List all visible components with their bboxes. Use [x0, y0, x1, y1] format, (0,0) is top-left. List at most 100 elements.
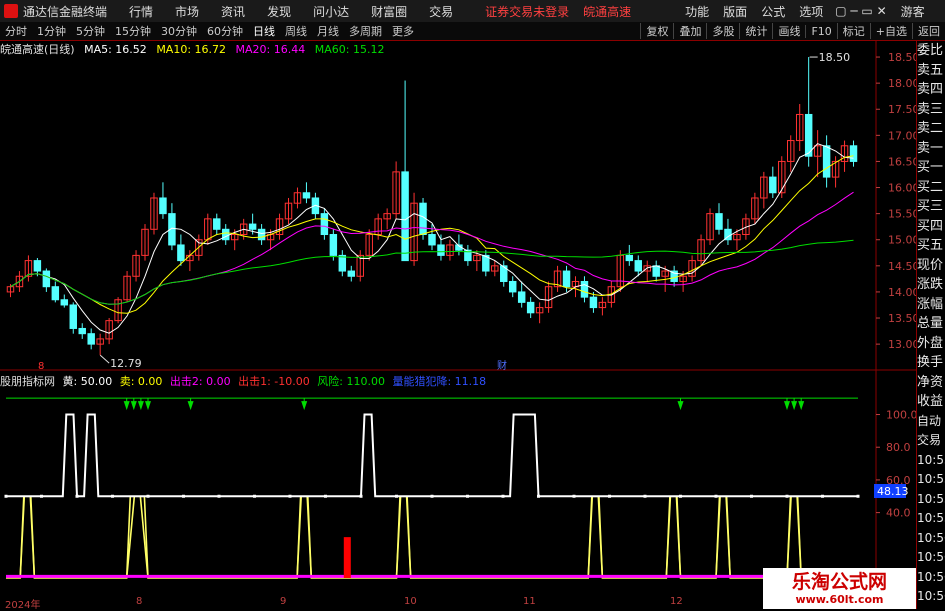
- tool-tongji[interactable]: 统计: [739, 23, 772, 39]
- side-panel-item[interactable]: 买三: [917, 197, 945, 217]
- side-panel-item[interactable]: 委比: [917, 41, 945, 61]
- side-panel-item[interactable]: 10:56: [917, 587, 945, 607]
- side-panel-item[interactable]: 买五: [917, 236, 945, 256]
- tab-monthly[interactable]: 月线: [312, 23, 344, 39]
- candle-body: [177, 244, 185, 262]
- side-panel-item[interactable]: 交易: [917, 431, 945, 451]
- side-panel-item[interactable]: 卖五: [917, 61, 945, 81]
- price-tick-label: 18.00: [888, 77, 916, 90]
- huang-dot: [821, 494, 824, 498]
- tab-60min[interactable]: 60分钟: [202, 23, 248, 39]
- ind-tick-label: 100.0: [886, 409, 916, 422]
- candle-body: [159, 197, 167, 215]
- window-controls-icon[interactable]: ▢ ─ ▭ ✕: [835, 4, 886, 18]
- side-panel-item[interactable]: 卖一: [917, 139, 945, 159]
- tool-diejia[interactable]: 叠加: [673, 23, 706, 39]
- menu-item-jiaoyi[interactable]: 交易: [429, 3, 453, 20]
- price-tick-label: 16.00: [888, 182, 916, 195]
- candle-body: [804, 113, 813, 157]
- side-panel-item[interactable]: 净资: [917, 373, 945, 393]
- price-tick-label: 14.00: [888, 286, 916, 299]
- side-panel-item[interactable]: 10:56: [917, 568, 945, 588]
- side-panel-item[interactable]: 10:55: [917, 490, 945, 510]
- side-panel-item[interactable]: 10:55: [917, 451, 945, 471]
- menu-item-faxian[interactable]: 发现: [267, 3, 291, 20]
- huang-line: [6, 413, 858, 498]
- user-label[interactable]: 游客: [901, 3, 925, 20]
- candle-body: [769, 176, 777, 194]
- menu-item-caifuquan[interactable]: 财富圈: [371, 3, 407, 20]
- side-panel-item[interactable]: 10:55: [917, 509, 945, 529]
- tool-fuquan[interactable]: 复权: [640, 23, 673, 39]
- event-marker-cai[interactable]: 财: [497, 359, 507, 372]
- side-panel-item[interactable]: 自动: [917, 412, 945, 432]
- huang-dot: [430, 494, 434, 498]
- signal-bar: [343, 537, 351, 578]
- tab-30min[interactable]: 30分钟: [156, 23, 202, 39]
- menu-item-hangqing[interactable]: 行情: [129, 3, 153, 20]
- side-panel-item[interactable]: 现价: [917, 256, 945, 276]
- tab-1min[interactable]: 1分钟: [32, 23, 71, 39]
- side-panel-item[interactable]: 涨幅: [917, 295, 945, 315]
- huang-dot: [643, 494, 647, 498]
- side-panel-item[interactable]: 外盘: [917, 334, 945, 354]
- side-panel-item[interactable]: 10:56: [917, 548, 945, 568]
- menu-xuanxiang[interactable]: 选项: [799, 3, 823, 20]
- menu-banmian[interactable]: 版面: [723, 3, 747, 20]
- side-panel-item[interactable]: 买四: [917, 217, 945, 237]
- side-panel-item[interactable]: 收益: [917, 392, 945, 412]
- candle-body: [715, 213, 723, 230]
- side-panel-item[interactable]: 卖二: [917, 119, 945, 139]
- candle-body: [329, 234, 338, 256]
- tab-15min[interactable]: 15分钟: [110, 23, 156, 39]
- low-price-label: 12.79: [110, 357, 142, 370]
- tool-huaxian[interactable]: 画线: [772, 23, 805, 39]
- tab-daily[interactable]: 日线: [248, 23, 280, 39]
- candle-body: [508, 280, 517, 293]
- tool-f10[interactable]: F10: [805, 24, 836, 38]
- huang-dot: [146, 494, 150, 498]
- side-panel-item[interactable]: 总量: [917, 314, 945, 334]
- tab-fenshi[interactable]: 分时: [0, 23, 32, 39]
- side-panel-item[interactable]: 卖四: [917, 80, 945, 100]
- tool-biaoji[interactable]: 标记: [836, 23, 870, 39]
- side-panel-item[interactable]: 涨跌: [917, 275, 945, 295]
- tab-5min[interactable]: 5分钟: [71, 23, 110, 39]
- stock-link[interactable]: 皖通高速: [583, 3, 631, 20]
- mai-spike: [395, 495, 412, 579]
- side-panel-item[interactable]: 买一: [917, 158, 945, 178]
- tab-more[interactable]: 更多: [387, 23, 419, 39]
- huang-dot: [40, 494, 43, 498]
- price-axis: 13.00 13.50 14.00 14.50 15.00 15.50 16.00 16.50…: [876, 51, 916, 351]
- side-panel-item[interactable]: 换手: [917, 353, 945, 373]
- huang-dot: [785, 494, 789, 498]
- side-panel-item[interactable]: 10:56: [917, 529, 945, 549]
- huang-dot: [4, 494, 8, 498]
- price-tick-label: 18.50: [888, 51, 916, 64]
- tool-duogu[interactable]: 多股: [706, 23, 739, 39]
- tab-multi[interactable]: 多周期: [344, 23, 387, 39]
- tool-fanhui[interactable]: 返回: [912, 23, 945, 39]
- login-warning[interactable]: 证券交易未登录: [485, 3, 569, 20]
- side-panel-item[interactable]: 卖三: [917, 100, 945, 120]
- side-panel-item[interactable]: 买二: [917, 178, 945, 198]
- time-label-10: 10: [404, 596, 417, 607]
- tool-zixuan[interactable]: +自选: [869, 23, 912, 39]
- candle-body: [320, 213, 329, 236]
- menu-gongneng[interactable]: 功能: [685, 3, 709, 20]
- huang-dot: [608, 494, 611, 498]
- tab-weekly[interactable]: 周线: [280, 23, 312, 39]
- side-panel-item[interactable]: 10:55: [917, 470, 945, 490]
- event-marker-8[interactable]: 8: [38, 361, 44, 372]
- huang-dot: [395, 494, 398, 498]
- huang-dot: [324, 494, 327, 498]
- menu-item-wenxiaoda[interactable]: 问小达: [313, 3, 349, 20]
- kline-chart[interactable]: 13.00 13.50 14.00 14.50 15.00 15.50 16.00 16.50…: [0, 40, 916, 596]
- menu-item-zixun[interactable]: 资讯: [221, 3, 245, 20]
- candle-body: [849, 145, 858, 162]
- candle-body: [87, 333, 95, 345]
- mai-spike: [786, 495, 802, 579]
- ind-tick-label: 80.0: [886, 441, 911, 454]
- menu-item-shichang[interactable]: 市场: [175, 3, 199, 20]
- menu-gongshi[interactable]: 公式: [761, 3, 785, 20]
